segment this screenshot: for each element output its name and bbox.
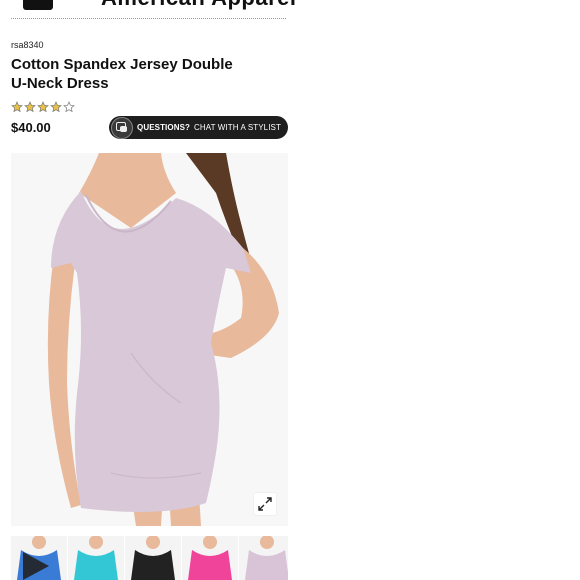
thumbnail-strip	[11, 536, 288, 580]
chat-button-label: QUESTIONS? CHAT WITH A STYLIST	[137, 123, 281, 132]
thumbnail-2[interactable]	[68, 536, 124, 580]
star-filled-icon	[37, 101, 49, 113]
chat-with-stylist-button[interactable]: QUESTIONS? CHAT WITH A STYLIST	[109, 116, 288, 139]
model-dress-photo	[11, 153, 288, 526]
expand-arrows-icon[interactable]	[254, 493, 276, 515]
star-filled-icon	[24, 101, 36, 113]
thumbnail-4[interactable]	[182, 536, 238, 580]
header: American Apparel	[0, 0, 580, 20]
star-rating[interactable]	[11, 101, 75, 113]
star-filled-icon	[11, 101, 23, 113]
chat-bubbles-icon	[111, 116, 133, 139]
thumbnail-3[interactable]	[125, 536, 181, 580]
product-price: $40.00	[11, 120, 51, 135]
star-empty-icon	[63, 101, 75, 113]
thumbnail-5[interactable]	[239, 536, 288, 580]
star-filled-icon	[50, 101, 62, 113]
play-video-icon[interactable]	[23, 552, 49, 580]
hamburger-menu-icon[interactable]	[23, 0, 53, 10]
product-main-image[interactable]	[11, 153, 288, 526]
thumbnail-1[interactable]	[11, 536, 67, 580]
header-divider	[11, 18, 286, 19]
brand-logo[interactable]: American Apparel	[101, 0, 296, 11]
product-sku: rsa8340	[11, 40, 44, 50]
product-title: Cotton Spandex Jersey Double U-Neck Dres…	[11, 56, 233, 92]
